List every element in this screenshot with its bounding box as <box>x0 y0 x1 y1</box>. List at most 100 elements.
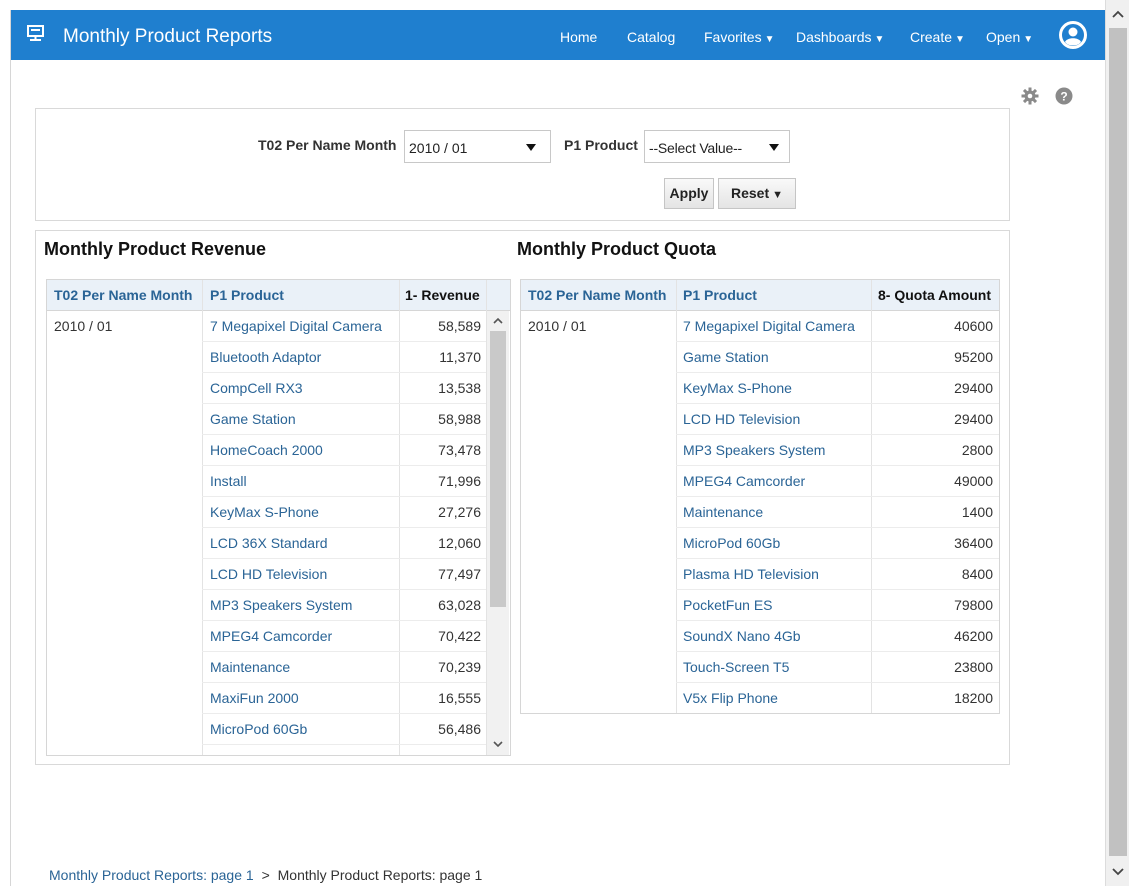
svg-text:?: ? <box>1060 90 1067 104</box>
nav-dashboards[interactable]: Dashboards ▼ <box>796 29 884 45</box>
product-select[interactable]: --Select Value-- <box>644 130 790 163</box>
page-scrollbar-thumb[interactable] <box>1109 28 1127 856</box>
value-cell: 70,239 <box>438 659 481 675</box>
nav-catalog[interactable]: Catalog <box>627 29 675 45</box>
product-cell[interactable]: SoundX Nano 4Gb <box>683 621 801 652</box>
apply-button[interactable]: Apply <box>664 178 714 209</box>
product-cell[interactable]: CompCell RX3 <box>210 373 303 404</box>
breadcrumb-separator: > <box>261 867 270 883</box>
product-cell[interactable]: KeyMax S-Phone <box>210 497 319 528</box>
product-cell[interactable]: Bluetooth Adaptor <box>210 342 321 373</box>
table-row: Touch-Screen T5 23800 <box>521 652 999 683</box>
product-cell[interactable]: Game Station <box>210 404 296 435</box>
product-cell[interactable]: Game Station <box>683 342 769 373</box>
value-cell: 29400 <box>954 411 993 427</box>
chevron-down-icon[interactable] <box>490 736 506 752</box>
app-window: Monthly Product Reports Home Catalog Fav… <box>10 10 1105 886</box>
value-cell: 63,028 <box>438 597 481 613</box>
product-prompt-label: P1 Product <box>564 137 638 153</box>
product-cell[interactable]: LCD HD Television <box>210 559 327 590</box>
table-row: Maintenance 1400 <box>521 497 999 528</box>
column-header-month[interactable]: T02 Per Name Month <box>528 280 666 311</box>
product-cell[interactable]: LCD HD Television <box>683 404 800 435</box>
table-row: HomeCoach 2000 73,478 <box>47 435 487 466</box>
column-header-month[interactable]: T02 Per Name Month <box>54 280 192 311</box>
product-cell[interactable]: Plasma HD Television <box>683 559 819 590</box>
row-divider <box>202 744 486 745</box>
value-cell: 27,276 <box>438 504 481 520</box>
table-row: V5x Flip Phone 18200 <box>521 683 999 713</box>
gear-icon[interactable] <box>1021 87 1039 105</box>
value-cell: 11,370 <box>439 349 481 365</box>
table-row: 7 Megapixel Digital Camera 58,589 <box>47 311 487 342</box>
product-cell[interactable]: MicroPod 60Gb <box>683 528 780 559</box>
reset-button[interactable]: Reset ▼ <box>718 178 796 209</box>
chevron-up-icon[interactable] <box>1106 4 1129 24</box>
table-scrollbar[interactable] <box>487 311 509 755</box>
product-cell[interactable]: Install <box>210 466 247 497</box>
table-row: MP3 Speakers System 63,028 <box>47 590 487 621</box>
product-cell[interactable]: MaxiFun 2000 <box>210 683 299 714</box>
value-cell: 13,538 <box>438 380 481 396</box>
table-row: CompCell RX3 13,538 <box>47 373 487 404</box>
table-row: KeyMax S-Phone 29400 <box>521 373 999 404</box>
product-cell[interactable]: MicroPod 60Gb <box>210 714 307 745</box>
table-row: MPEG4 Camcorder 49000 <box>521 466 999 497</box>
nav-create-label: Create <box>910 29 953 45</box>
chevron-down-icon[interactable] <box>1106 862 1129 882</box>
dropdown-arrow-icon <box>526 144 536 151</box>
month-select[interactable]: 2010 / 01 <box>404 130 551 163</box>
nav-favorites-label: Favorites <box>704 29 762 45</box>
column-header-revenue[interactable]: 1- Revenue <box>405 280 480 311</box>
product-cell[interactable]: V5x Flip Phone <box>683 683 778 713</box>
reset-button-label: Reset <box>730 185 770 201</box>
chevron-down-icon: ▼ <box>874 34 885 45</box>
table-row: MP3 Speakers System 2800 <box>521 435 999 466</box>
product-cell[interactable]: PocketFun ES <box>683 590 773 621</box>
value-cell: 79800 <box>954 597 993 613</box>
user-icon[interactable] <box>1059 21 1087 49</box>
page-scrollbar[interactable] <box>1105 0 1129 886</box>
dropdown-arrow-icon <box>769 144 779 151</box>
value-cell: 46200 <box>954 628 993 644</box>
nav-dashboards-label: Dashboards <box>796 29 872 45</box>
column-header-quota[interactable]: 8- Quota Amount <box>878 280 991 311</box>
table-row: MicroPod 60Gb 56,486 <box>47 714 487 745</box>
chevron-down-icon: ▼ <box>764 34 775 45</box>
report-area: Monthly Product Revenue Monthly Product … <box>35 230 1010 765</box>
value-cell: 56,486 <box>438 721 481 737</box>
product-cell[interactable]: Maintenance <box>210 652 290 683</box>
product-cell[interactable]: MPEG4 Camcorder <box>683 466 805 497</box>
breadcrumb-current: Monthly Product Reports: page 1 <box>277 867 483 883</box>
product-cell[interactable]: Maintenance <box>683 497 763 528</box>
product-cell[interactable]: MPEG4 Camcorder <box>210 621 332 652</box>
product-cell[interactable]: HomeCoach 2000 <box>210 435 323 466</box>
breadcrumb-link[interactable]: Monthly Product Reports: page 1 <box>49 867 254 883</box>
product-cell[interactable]: KeyMax S-Phone <box>683 373 792 404</box>
nav-home[interactable]: Home <box>560 29 597 45</box>
chevron-down-icon: ▼ <box>772 189 784 201</box>
table-scrollbar-thumb[interactable] <box>490 331 506 607</box>
product-cell[interactable]: 7 Megapixel Digital Camera <box>210 311 382 342</box>
nav-create[interactable]: Create ▼ <box>910 29 965 45</box>
chevron-down-icon: ▼ <box>955 34 965 45</box>
value-cell: 40600 <box>954 318 993 334</box>
column-header-product[interactable]: P1 Product <box>210 280 284 311</box>
nav-open[interactable]: Open ▼ <box>986 29 1033 45</box>
value-cell: 73,478 <box>438 442 481 458</box>
product-cell[interactable]: MP3 Speakers System <box>210 590 352 621</box>
value-cell: 36400 <box>954 535 993 551</box>
product-cell[interactable]: LCD 36X Standard <box>210 528 328 559</box>
nav-favorites[interactable]: Favorites ▼ <box>704 29 774 45</box>
product-cell[interactable]: 7 Megapixel Digital Camera <box>683 311 855 342</box>
product-cell[interactable]: Touch-Screen T5 <box>683 652 789 683</box>
month-prompt-label: T02 Per Name Month <box>258 137 397 153</box>
chevron-up-icon[interactable] <box>490 313 506 329</box>
help-icon[interactable]: ? <box>1055 87 1073 105</box>
nav-home-label: Home <box>560 29 598 45</box>
value-cell: 8400 <box>961 566 993 582</box>
value-cell: 58,589 <box>438 318 481 334</box>
column-header-product[interactable]: P1 Product <box>683 280 757 311</box>
product-cell[interactable]: MP3 Speakers System <box>683 435 825 466</box>
top-banner: Monthly Product Reports Home Catalog Fav… <box>11 10 1105 60</box>
